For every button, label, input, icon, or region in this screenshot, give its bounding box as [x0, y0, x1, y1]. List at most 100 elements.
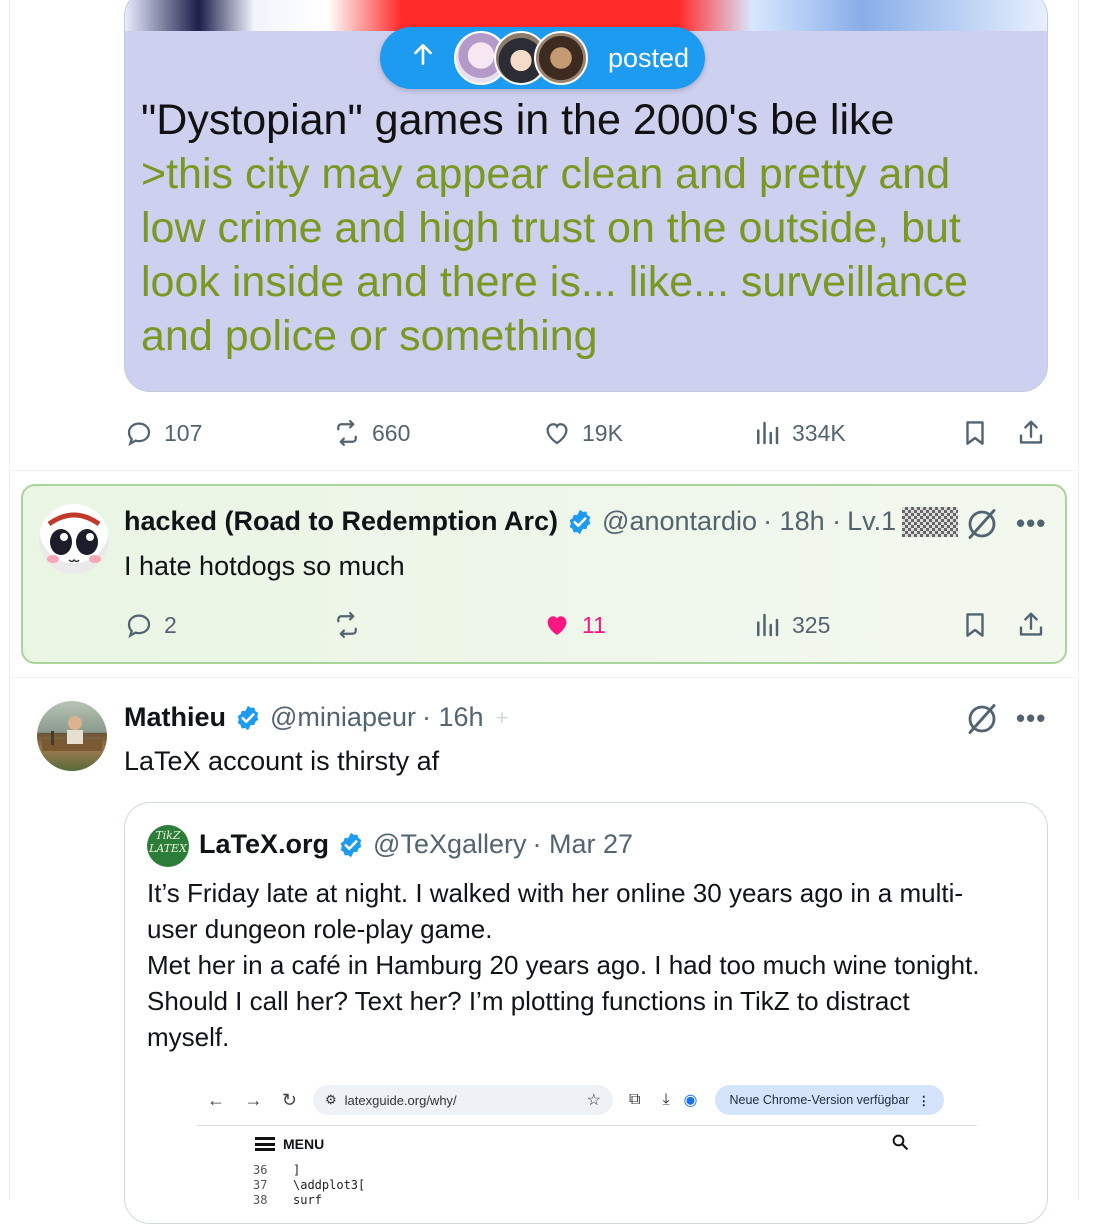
- verified-badge-icon: [237, 705, 259, 730]
- heart-filled-icon: [547, 616, 567, 635]
- share-icon: [1019, 612, 1043, 636]
- repost-icon: [337, 420, 357, 446]
- greentext-line: low crime and high trust on the outside,…: [141, 204, 961, 252]
- user-handle[interactable]: @miniapeur: [270, 702, 416, 733]
- bookmark-button[interactable]: [960, 605, 1000, 645]
- forward-arrow-icon: →: [244, 1089, 263, 1110]
- quote-line: Met her in a café in Hamburg 20 years ag…: [147, 950, 980, 980]
- greentext-line: and police or something: [141, 312, 598, 360]
- avatar[interactable]: TikZ LATEX: [147, 825, 189, 867]
- update-label: Neue Chrome-Version verfügbar: [729, 1093, 910, 1107]
- post-actions: 107 660 19K 334K: [124, 413, 1050, 453]
- share-button[interactable]: [1016, 413, 1056, 453]
- repost-button[interactable]: [332, 605, 372, 645]
- quote-header: LaTeX.org @TeXgallery · Mar 27: [199, 829, 633, 860]
- post-divider: [9, 677, 1077, 678]
- line-number: 37: [253, 1178, 268, 1192]
- views-icon: [757, 421, 779, 445]
- display-name[interactable]: hacked (Road to Redemption Arc): [124, 506, 558, 537]
- plus-icon: +: [495, 704, 509, 730]
- hamburger-icon: [255, 1137, 275, 1151]
- reply-button[interactable]: 2: [124, 605, 177, 645]
- quote-line: user dungeon role-play game.: [147, 914, 493, 944]
- quote-text: It’s Friday late at night. I walked with…: [147, 875, 1027, 1055]
- reply-button[interactable]: 107: [124, 413, 202, 453]
- timestamp[interactable]: · 16h: [422, 702, 484, 733]
- more-options-icon[interactable]: •••: [1016, 508, 1046, 539]
- heart-icon: [546, 423, 568, 445]
- verified-badge-icon: [569, 509, 591, 534]
- user-handle[interactable]: @anontardio: [602, 506, 757, 537]
- post-text: LaTeX account is thirsty af: [124, 746, 440, 776]
- repost-icon: [337, 612, 357, 638]
- quote-line: myself.: [147, 1022, 230, 1052]
- share-button[interactable]: [1016, 605, 1056, 645]
- address-bar: ⚙ latexguide.org/why/ ☆: [313, 1085, 613, 1115]
- timestamp[interactable]: · 18h ·: [763, 506, 841, 537]
- greentext-line: look inside and there is... like... surv…: [141, 258, 968, 306]
- quoted-post[interactable]: TikZ LATEX LaTeX.org @TeXgallery · Mar 2…: [124, 802, 1048, 1224]
- reload-icon: ↻: [281, 1089, 297, 1110]
- mute-icon[interactable]: [964, 701, 1000, 737]
- reply-count: 107: [164, 419, 203, 446]
- menu-label: MENU: [283, 1136, 325, 1152]
- post-divider: [9, 470, 1077, 471]
- profile-icon: ◉: [683, 1092, 698, 1109]
- download-icon: ⤓: [662, 1091, 670, 1108]
- quote-line: It’s Friday late at night. I walked with…: [147, 878, 964, 908]
- code-listing: 36] 37 \addplot3[ 38 surf: [253, 1163, 365, 1208]
- verified-badge-icon: [340, 832, 362, 857]
- code-line: 36]: [253, 1163, 365, 1178]
- views-count: 334K: [792, 419, 846, 446]
- media-text: "Dystopian" games in the 2000's be like …: [141, 93, 1031, 363]
- extensions-icon: ⧉: [629, 1091, 641, 1108]
- post-text: I hate hotdogs so much: [124, 551, 405, 581]
- views-button[interactable]: 334K: [752, 413, 846, 453]
- code-text: \addplot3[: [293, 1178, 366, 1192]
- timestamp[interactable]: · Mar 27: [533, 829, 634, 860]
- code-text: ]: [293, 1163, 301, 1177]
- reply-icon: [127, 422, 151, 447]
- site-header: MENU: [197, 1125, 977, 1162]
- repost-button[interactable]: 660: [332, 413, 410, 453]
- new-posts-pill[interactable]: posted: [380, 27, 705, 89]
- like-button[interactable]: 19K: [542, 413, 623, 453]
- media-title: "Dystopian" games in the 2000's be like: [141, 96, 895, 144]
- code-line: 37 \addplot3[: [253, 1178, 365, 1193]
- star-icon: ☆: [586, 1092, 601, 1109]
- reply-count: 2: [164, 611, 177, 638]
- back-arrow-icon: ←: [207, 1089, 225, 1110]
- more-options-icon[interactable]: •••: [1016, 703, 1046, 734]
- arrow-up-icon: [410, 41, 450, 75]
- avatar[interactable]: [39, 504, 109, 574]
- chrome-update-button: Neue Chrome-Version verfügbar ⋮: [715, 1085, 944, 1115]
- repost-count: 660: [372, 419, 411, 446]
- mute-icon[interactable]: [964, 506, 1000, 542]
- line-number: 38: [253, 1193, 268, 1207]
- code-line: 38 surf: [253, 1193, 365, 1208]
- url-text: latexguide.org/why/: [344, 1092, 457, 1108]
- embedded-screenshot[interactable]: ← → ↻ ⚙ latexguide.org/why/ ☆ ⧉ ⤓ ◉ Neue…: [197, 1075, 977, 1223]
- post-header: hacked (Road to Redemption Arc) @anontar…: [124, 506, 959, 537]
- views-count: 325: [792, 611, 831, 638]
- level-badge: Lv.1: [847, 506, 897, 536]
- site-settings-icon: ⚙: [325, 1092, 337, 1107]
- level-progress-pattern: [902, 506, 959, 537]
- post-actions: 2 11 325: [124, 605, 1050, 645]
- kebab-menu-icon: ⋮: [917, 1093, 930, 1108]
- display-name[interactable]: LaTeX.org: [199, 829, 329, 860]
- user-handle[interactable]: @TeXgallery: [373, 829, 526, 860]
- display-name[interactable]: Mathieu: [124, 702, 226, 733]
- bookmark-button[interactable]: [960, 413, 1000, 453]
- pill-label: posted: [608, 42, 690, 73]
- site-menu: MENU: [255, 1136, 324, 1152]
- greentext-line: >this city may appear clean and pretty a…: [141, 150, 951, 198]
- bookmark-icon: [966, 613, 984, 637]
- quote-line: Should I call her? Text her? I’m plottin…: [147, 986, 910, 1016]
- avatar[interactable]: [37, 701, 107, 771]
- code-text: surf: [293, 1193, 322, 1207]
- like-button[interactable]: 11: [542, 605, 606, 645]
- views-button[interactable]: 325: [752, 605, 830, 645]
- like-count: 19K: [582, 419, 623, 446]
- share-icon: [1019, 420, 1043, 444]
